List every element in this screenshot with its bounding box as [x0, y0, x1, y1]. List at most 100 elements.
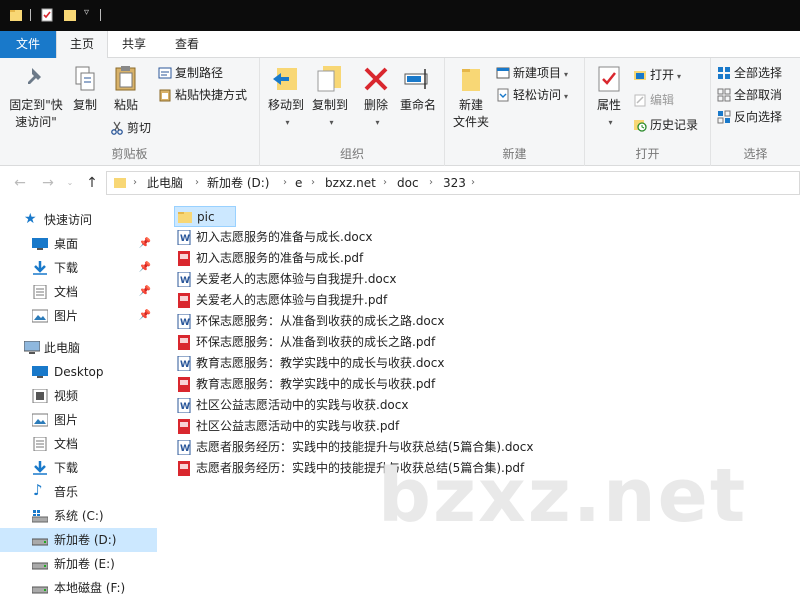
paste-shortcut-button[interactable]: 粘贴快捷方式: [158, 85, 247, 105]
breadcrumb-chevron-icon[interactable]: ›: [383, 172, 387, 194]
copy-icon: [75, 66, 95, 91]
copy-path-button[interactable]: 复制路径: [158, 63, 223, 83]
nav-pictures[interactable]: 图片 📌: [0, 304, 157, 328]
tab-share[interactable]: 共享: [108, 31, 160, 58]
pin-icon[interactable]: 📌: [139, 232, 151, 256]
open-button[interactable]: 打开 ▾: [633, 65, 681, 85]
edit-icon: [634, 94, 646, 107]
nav-this-pc[interactable]: 此电脑: [0, 336, 157, 360]
word-document-icon: W: [177, 272, 191, 287]
nav-pc-music[interactable]: ♪ 音乐: [0, 480, 157, 504]
word-document-icon: W: [177, 440, 191, 455]
scissors-icon: [111, 121, 123, 135]
paste-shortcut-label: 粘贴快捷方式: [175, 88, 248, 102]
breadcrumb-chevron-icon[interactable]: ›: [195, 172, 199, 194]
group-label-open: 打开: [635, 147, 660, 161]
new-folder-icon[interactable]: [63, 8, 77, 22]
select-none-button[interactable]: 全部取消: [717, 85, 782, 105]
forward-arrow-icon[interactable]: →: [38, 173, 58, 193]
navigation-bar: ← → ⌄ ↑ › 此电脑 › 新加卷 (D:) › e › bzxz.net …: [0, 167, 800, 199]
ribbon: 固定到"快 速访问" 复制 粘贴 复制路径 粘贴快捷方式 剪切 剪贴板 移动到 …: [0, 58, 800, 166]
group-label-clipboard: 剪贴板: [111, 147, 148, 161]
picture-icon: [32, 413, 48, 427]
svg-text:W: W: [180, 444, 190, 454]
breadcrumb-this-pc[interactable]: 此电脑: [147, 172, 183, 194]
pin-quick-access-button[interactable]: 固定到"快 速访问": [4, 64, 68, 131]
move-to-button[interactable]: 移动到 ▾: [264, 64, 308, 131]
pdf-document-icon: [178, 377, 190, 392]
pin-icon[interactable]: 📌: [139, 304, 151, 328]
delete-button[interactable]: 删除 ▾: [358, 64, 394, 131]
history-button[interactable]: 历史记录: [633, 115, 698, 135]
new-folder-label-2: 文件夹: [452, 115, 489, 129]
chevron-down-icon: ▾: [564, 92, 569, 101]
copy-to-button[interactable]: 复制到 ▾: [308, 64, 352, 131]
tab-home[interactable]: 主页: [56, 31, 108, 59]
group-new: 新建 文件夹 新建项目 ▾ 轻松访问 ▾ 新建: [445, 58, 585, 166]
breadcrumb-chevron-icon[interactable]: ›: [283, 172, 287, 194]
nav-quick-access[interactable]: ★ 快速访问: [0, 208, 157, 232]
nav-drive-c[interactable]: 系统 (C:): [0, 504, 157, 528]
star-icon: ★: [24, 211, 37, 227]
breadcrumb-chevron-icon[interactable]: ›: [471, 172, 475, 194]
copy-button[interactable]: 复制: [68, 64, 102, 114]
breadcrumb-doc[interactable]: doc: [397, 172, 419, 194]
rename-button[interactable]: 重命名: [396, 64, 440, 114]
breadcrumb-e[interactable]: e: [295, 172, 302, 194]
move-to-label: 移动到: [267, 98, 304, 112]
nav-drive-d[interactable]: 新加卷 (D:): [0, 528, 157, 552]
breadcrumb-chevron-icon[interactable]: ›: [429, 172, 433, 194]
pin-icon[interactable]: 📌: [139, 256, 151, 280]
nav-pc-pictures[interactable]: 图片: [0, 408, 157, 432]
nav-pc-documents[interactable]: 文档: [0, 432, 157, 456]
select-all-button[interactable]: 全部选择: [717, 63, 782, 83]
breadcrumb-bzxz[interactable]: bzxz.net: [325, 172, 376, 194]
new-folder-button[interactable]: 新建 文件夹: [449, 64, 493, 131]
nav-desktop[interactable]: 桌面 📌: [0, 232, 157, 256]
edit-label: 编辑: [650, 93, 675, 107]
pin-icon[interactable]: 📌: [139, 280, 151, 304]
nav-downloads[interactable]: 下载 📌: [0, 256, 157, 280]
nav-pc-desktop[interactable]: Desktop: [0, 360, 157, 384]
nav-drive-f[interactable]: 本地磁盘 (F:): [0, 576, 157, 600]
select-none-icon: [717, 88, 731, 102]
nav-pc-videos[interactable]: 视频: [0, 384, 157, 408]
group-organize: 移动到 ▾ 复制到 ▾ 删除 ▾ 重命名 组织: [260, 58, 445, 166]
breadcrumb-drive-d[interactable]: 新加卷 (D:): [207, 172, 269, 194]
address-bar[interactable]: › 此电脑 › 新加卷 (D:) › e › bzxz.net › doc › …: [106, 171, 800, 195]
file-name: 初入志愿服务的准备与成长.docx: [196, 230, 373, 244]
nav-label: 桌面: [54, 237, 79, 251]
breadcrumb-chevron-icon[interactable]: ›: [311, 172, 315, 194]
nav-drive-e[interactable]: 新加卷 (E:): [0, 552, 157, 576]
list-item-folder[interactable]: pic: [174, 206, 236, 227]
properties-icon[interactable]: [40, 8, 54, 22]
properties-button[interactable]: 属性 ▾: [591, 64, 627, 131]
pdf-document-icon: [178, 419, 190, 434]
easy-access-button[interactable]: 轻松访问 ▾: [496, 85, 568, 105]
properties-icon: [598, 66, 620, 92]
breadcrumb-323[interactable]: 323: [443, 172, 466, 194]
new-item-button[interactable]: 新建项目 ▾: [496, 63, 568, 83]
nav-label: 音乐: [54, 485, 79, 499]
properties-label: 属性: [596, 98, 621, 112]
folder-icon: [114, 178, 126, 188]
nav-label: Desktop: [54, 365, 104, 379]
paste-button[interactable]: 粘贴: [108, 64, 144, 114]
pin-label-line1: 固定到"快: [9, 98, 63, 112]
folder-icon[interactable]: [9, 8, 23, 22]
back-arrow-icon[interactable]: ←: [10, 173, 30, 193]
invert-selection-button[interactable]: 反向选择: [717, 107, 782, 127]
nav-documents[interactable]: 文档 📌: [0, 280, 157, 304]
select-all-icon: [718, 67, 730, 79]
chevron-down-icon: ▾: [677, 72, 682, 81]
customize-toolbar-icon[interactable]: ▿: [84, 7, 89, 18]
tab-view[interactable]: 查看: [160, 31, 214, 58]
up-arrow-icon[interactable]: ↑: [82, 173, 102, 193]
edit-button[interactable]: 编辑: [633, 90, 674, 110]
document-icon: [33, 285, 47, 299]
recent-locations-chevron-icon[interactable]: ⌄: [60, 173, 80, 193]
breadcrumb-chevron-icon[interactable]: ›: [133, 172, 137, 194]
tab-file[interactable]: 文件: [0, 31, 56, 58]
nav-pc-downloads[interactable]: 下载: [0, 456, 157, 480]
cut-button[interactable]: 剪切: [110, 118, 151, 138]
